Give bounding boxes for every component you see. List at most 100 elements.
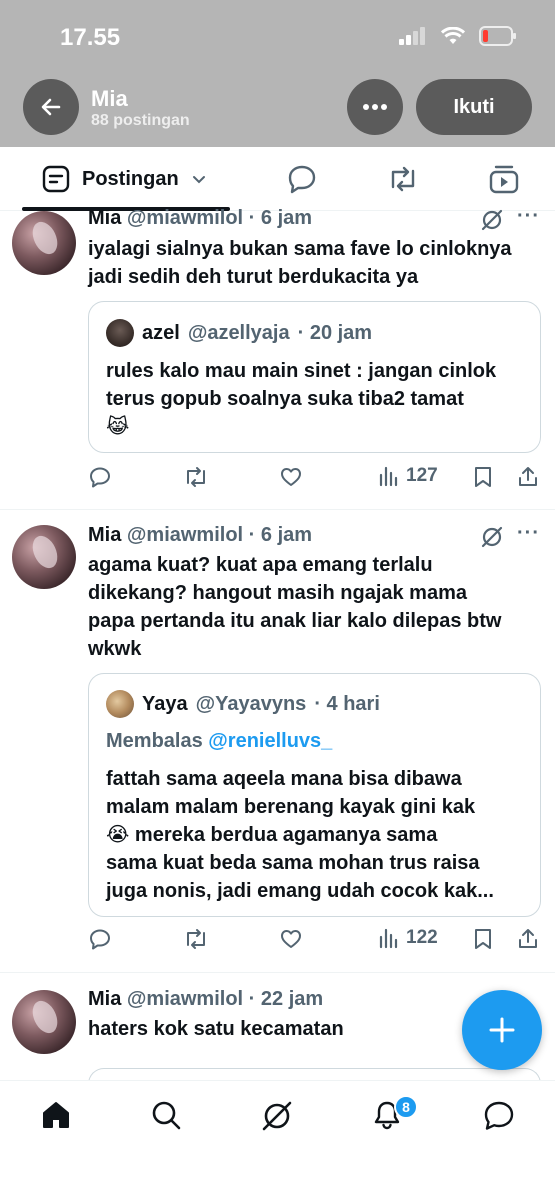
posts-icon bbox=[42, 165, 70, 193]
back-button[interactable] bbox=[23, 79, 79, 135]
quote-line: 😭 mereka berdua agamanya sama bbox=[106, 824, 438, 846]
like-button[interactable] bbox=[279, 465, 303, 489]
heart-icon bbox=[281, 468, 301, 486]
quote-text: fattah sama aqeela mana bisa dibawa mala… bbox=[106, 765, 526, 905]
tab-reposts-icon[interactable] bbox=[386, 163, 420, 195]
quote-line: malam malam berenang kayak gini kak bbox=[106, 796, 476, 818]
arrow-left-icon bbox=[41, 98, 61, 116]
search-icon[interactable] bbox=[150, 1099, 182, 1131]
compose-button[interactable] bbox=[462, 990, 542, 1070]
post-header: Mia @miawmilol · 6 jam bbox=[88, 524, 312, 547]
author-name[interactable]: Mia bbox=[88, 207, 121, 229]
post-actions: 127 bbox=[88, 465, 543, 495]
signal-icon bbox=[399, 27, 425, 45]
post-line: dikekang? hangout masih ngajak mama bbox=[88, 582, 467, 604]
quote-line: juga nonis, jadi emang udah cocok kak... bbox=[106, 880, 494, 902]
like-button[interactable] bbox=[279, 927, 303, 951]
author-name[interactable]: Mia bbox=[88, 524, 121, 546]
reply-prefix: Membalas bbox=[106, 730, 203, 752]
views-count: 127 bbox=[406, 465, 438, 486]
views-icon bbox=[379, 466, 398, 487]
tab-media-icon[interactable] bbox=[488, 163, 520, 195]
heart-icon bbox=[281, 930, 301, 948]
bookmark-button[interactable] bbox=[472, 927, 494, 951]
quote-emoji: 😹 bbox=[106, 416, 130, 438]
bookmark-button[interactable] bbox=[472, 465, 494, 489]
wifi-icon bbox=[441, 27, 465, 44]
post-more-button[interactable]: ··· bbox=[517, 522, 540, 545]
author-name[interactable]: Mia bbox=[88, 988, 121, 1010]
post-line: wkwk bbox=[88, 638, 142, 660]
share-icon bbox=[519, 467, 537, 486]
quote-author-handle: @Yayavyns bbox=[195, 692, 307, 715]
reply-mention[interactable]: @renielluvs_ bbox=[208, 730, 332, 752]
post-count: 88 postingan bbox=[91, 112, 190, 129]
quote-author-handle: @azellyaja bbox=[187, 321, 290, 344]
battery-icon bbox=[479, 26, 516, 46]
post-line: iyalagi sialnya bukan sama fave lo cinlo… bbox=[88, 238, 512, 260]
post-time: · 22 jam bbox=[248, 988, 324, 1010]
author-handle[interactable]: @miawmilol bbox=[127, 988, 243, 1010]
post-actions: 122 bbox=[88, 927, 543, 957]
quote-avatar bbox=[106, 319, 134, 347]
post-item[interactable]: Mia @miawmilol · 6 jam ··· agama kuat? k… bbox=[0, 510, 555, 973]
grok-icon[interactable] bbox=[480, 525, 504, 549]
more-horizontal-icon bbox=[363, 104, 387, 110]
post-line: agama kuat? kuat apa emang terlalu bbox=[88, 554, 433, 576]
post-line: papa pertanda itu anak liar kalo dilepas… bbox=[88, 610, 502, 632]
author-handle[interactable]: @miawmilol bbox=[127, 524, 243, 546]
post-item[interactable]: Mia @miawmilol · 6 jam ··· iyalagi sialn… bbox=[0, 205, 555, 510]
profile-name: Mia bbox=[91, 86, 128, 111]
quote-line: terus gopub soalnya suka tiba2 tamat bbox=[106, 388, 464, 410]
tab-posts[interactable]: Postingan bbox=[42, 165, 207, 193]
follow-button[interactable]: Ikuti bbox=[416, 79, 532, 135]
post-text: iyalagi sialnya bukan sama fave lo cinlo… bbox=[88, 235, 543, 291]
quote-time: · 4 hari bbox=[314, 692, 380, 715]
quote-author-name: azel bbox=[142, 321, 180, 344]
post-more-button[interactable]: ··· bbox=[517, 205, 540, 228]
post-time: · 6 jam bbox=[248, 207, 313, 229]
avatar[interactable] bbox=[12, 525, 76, 589]
grok-icon[interactable] bbox=[480, 208, 504, 232]
quote-header: azel @azellyaja · 20 jam bbox=[106, 319, 372, 347]
quoted-post[interactable]: Yaya @Yayavyns · 4 hari Membalas @reniel… bbox=[88, 673, 541, 917]
quote-header: Yaya @Yayavyns · 4 hari bbox=[106, 690, 380, 718]
reply-button[interactable] bbox=[88, 927, 112, 951]
repost-icon bbox=[187, 467, 205, 487]
bookmark-icon bbox=[475, 929, 491, 949]
views-button[interactable]: 127 bbox=[378, 465, 438, 487]
post-header: Mia @miawmilol · 6 jam bbox=[88, 207, 312, 230]
tab-replies-icon[interactable] bbox=[286, 163, 318, 195]
quote-text: rules kalo mau main sinet : jangan cinlo… bbox=[106, 357, 526, 441]
quote-line: rules kalo mau main sinet : jangan cinlo… bbox=[106, 360, 497, 382]
repost-button[interactable] bbox=[183, 927, 209, 951]
more-options-button[interactable] bbox=[347, 79, 403, 135]
views-count: 122 bbox=[406, 927, 438, 948]
bottom-navigation: 8 bbox=[0, 1080, 555, 1200]
post-text: agama kuat? kuat apa emang terlalu dikek… bbox=[88, 551, 543, 663]
grok-icon[interactable] bbox=[260, 1099, 294, 1133]
share-button[interactable] bbox=[516, 927, 540, 951]
avatar[interactable] bbox=[12, 990, 76, 1054]
home-icon[interactable] bbox=[40, 1099, 72, 1131]
repost-button[interactable] bbox=[183, 465, 209, 489]
chevron-down-icon bbox=[192, 176, 205, 184]
quoted-post[interactable]: azel @azellyaja · 20 jam rules kalo mau … bbox=[88, 301, 541, 453]
profile-tabs: Postingan bbox=[0, 147, 555, 211]
reply-button[interactable] bbox=[88, 465, 112, 489]
post-line: jadi sedih deh turut berdukacita ya bbox=[88, 266, 419, 288]
profile-header: 17.55 Mia 88 postingan Ikuti bbox=[0, 0, 555, 147]
plus-icon bbox=[489, 1017, 515, 1043]
share-button[interactable] bbox=[516, 465, 540, 489]
bookmark-icon bbox=[475, 467, 491, 487]
tab-posts-label: Postingan bbox=[82, 167, 179, 190]
repost-icon bbox=[187, 929, 205, 949]
status-time: 17.55 bbox=[60, 24, 121, 51]
views-icon bbox=[379, 928, 398, 949]
post-time: · 6 jam bbox=[248, 524, 313, 546]
author-handle[interactable]: @miawmilol bbox=[127, 207, 243, 229]
messages-icon[interactable] bbox=[482, 1099, 516, 1133]
views-button[interactable]: 122 bbox=[378, 927, 438, 949]
quote-line: fattah sama aqeela mana bisa dibawa bbox=[106, 768, 462, 790]
avatar[interactable] bbox=[12, 211, 76, 275]
